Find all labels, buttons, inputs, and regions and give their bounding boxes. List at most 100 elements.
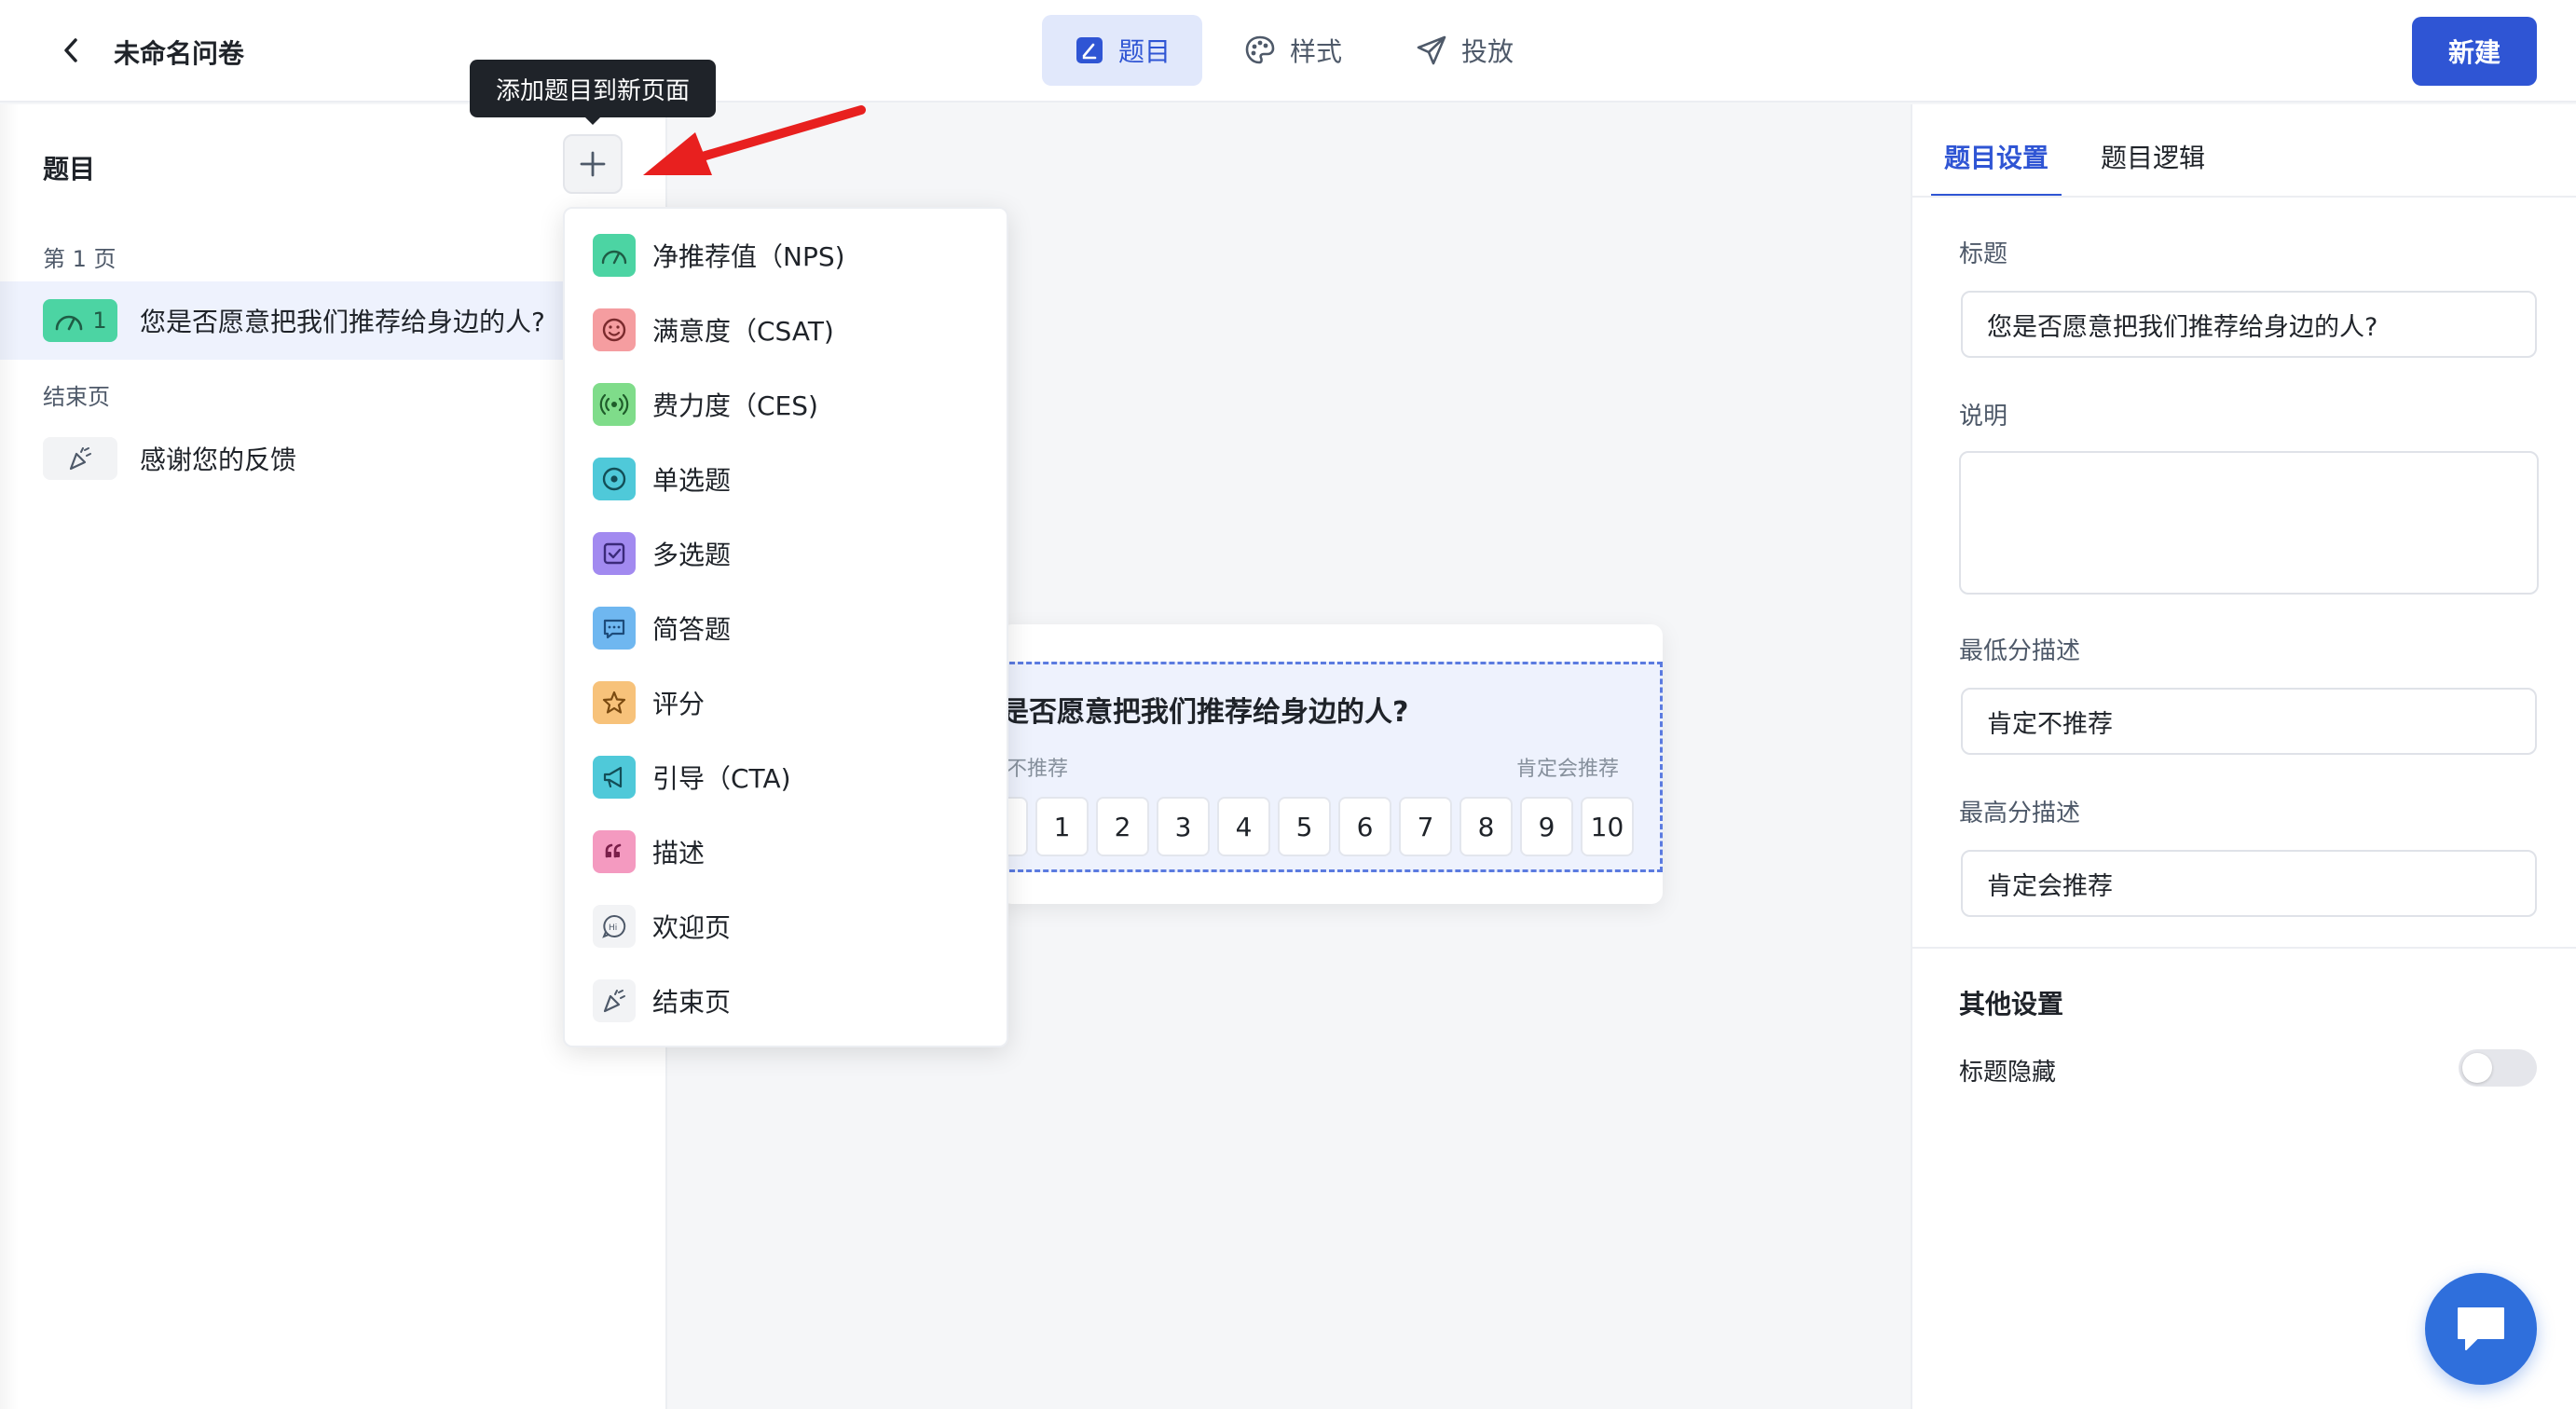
description-label: 说明 <box>1959 403 2008 431</box>
question-preview-selected[interactable]: 是否愿意把我们推荐给身边的人? 不推荐 肯定会推荐 1 2 3 4 5 6 7 … <box>1001 662 1663 872</box>
svg-text:Hi: Hi <box>609 923 617 933</box>
signal-icon <box>593 383 636 426</box>
left-edge-shadow <box>0 104 19 1409</box>
tooltip-arrow <box>585 117 600 125</box>
max-score-input[interactable] <box>1961 850 2537 917</box>
end-page-text: 感谢您的反馈 <box>140 445 297 475</box>
tab-distribute[interactable]: 投放 <box>1383 15 1545 86</box>
new-button[interactable]: 新建 <box>2412 17 2537 86</box>
menu-item-label: 描述 <box>652 838 706 869</box>
menu-item-cta[interactable]: 引导（CTA) <box>565 740 1007 814</box>
scale-option[interactable]: 9 <box>1520 797 1573 856</box>
title-input[interactable] <box>1961 291 2537 358</box>
question-number: 1 <box>92 308 107 334</box>
scale-option[interactable]: 8 <box>1459 797 1513 856</box>
settings-tabs: 题目设置 题目逻辑 <box>1931 138 2205 198</box>
scale-option[interactable]: 10 <box>1581 797 1634 856</box>
tab-distribute-label: 投放 <box>1461 36 1514 67</box>
toggle-knob <box>2462 1053 2492 1083</box>
quote-icon <box>593 830 636 873</box>
nps-scale: 1 2 3 4 5 6 7 8 9 10 <box>1001 797 1634 856</box>
top-bar: 未命名问卷 题目 样式 投放 新建 <box>0 0 2576 103</box>
question-type-menu: 净推荐值（NPS) 满意度（CSAT) 费力度（CES) 单选题 多选题 简答题 <box>563 207 1008 1047</box>
party-icon <box>593 979 636 1022</box>
menu-item-label: 多选题 <box>652 540 732 570</box>
scale-option[interactable]: 1 <box>1035 797 1089 856</box>
hi-icon: Hi <box>593 905 636 948</box>
gauge-icon <box>593 234 636 277</box>
checkbox-icon <box>593 532 636 575</box>
menu-item-description[interactable]: 描述 <box>565 814 1007 889</box>
chevron-left-icon <box>64 38 77 62</box>
menu-item-welcome[interactable]: Hi 欢迎页 <box>565 889 1007 964</box>
menu-item-rating[interactable]: 评分 <box>565 665 1007 740</box>
tab-question-logic[interactable]: 题目逻辑 <box>2101 138 2205 198</box>
star-icon <box>593 681 636 724</box>
smile-icon <box>593 308 636 351</box>
message-icon <box>593 607 636 650</box>
scale-option[interactable]: 5 <box>1278 797 1331 856</box>
end-section-label: 结束页 <box>43 384 110 410</box>
menu-item-single-choice[interactable]: 单选题 <box>565 442 1007 516</box>
scale-option[interactable]: 4 <box>1217 797 1270 856</box>
page-label: 第 1 页 <box>43 246 116 272</box>
menu-item-label: 单选题 <box>652 465 732 496</box>
radio-icon <box>593 458 636 500</box>
menu-item-end-page[interactable]: 结束页 <box>565 964 1007 1038</box>
main-tabs: 题目 样式 投放 <box>1042 15 1545 86</box>
menu-item-label: 结束页 <box>652 987 732 1018</box>
hide-title-label: 标题隐藏 <box>1959 1059 2057 1087</box>
hide-title-toggle[interactable] <box>2459 1049 2537 1087</box>
annotation-arrow-icon <box>643 105 866 175</box>
tabs-divider <box>1912 196 2576 198</box>
preview-title: 是否愿意把我们推荐给身边的人? <box>1001 696 1409 729</box>
megaphone-icon <box>593 756 636 799</box>
menu-item-label: 费力度（CES) <box>652 390 818 421</box>
tab-style[interactable]: 样式 <box>1212 15 1374 86</box>
menu-item-label: 净推荐值（NPS) <box>652 241 845 272</box>
menu-item-label: 满意度（CSAT) <box>652 316 834 347</box>
menu-item-multi-choice[interactable]: 多选题 <box>565 516 1007 591</box>
scale-option[interactable]: 7 <box>1399 797 1452 856</box>
party-icon <box>69 447 91 471</box>
menu-item-label: 评分 <box>652 689 706 719</box>
scale-option[interactable]: 2 <box>1096 797 1149 856</box>
tab-question-settings[interactable]: 题目设置 <box>1931 138 2062 198</box>
tab-questions-label: 题目 <box>1118 36 1172 67</box>
tab-questions[interactable]: 题目 <box>1042 15 1203 86</box>
palette-icon <box>1245 35 1275 64</box>
survey-title[interactable]: 未命名问卷 <box>114 34 244 71</box>
question-text: 您是否愿意把我们推荐给身边的人? <box>140 307 545 337</box>
question-badge: 1 <box>43 299 117 342</box>
back-button[interactable] <box>52 32 89 69</box>
title-label: 标题 <box>1959 240 2008 268</box>
min-score-label: 最低分描述 <box>1959 637 2081 665</box>
settings-panel: 题目设置 题目逻辑 标题 说明 最低分描述 最高分描述 其他设置 标题隐藏 <box>1911 104 2576 1409</box>
max-score-label: 最高分描述 <box>1959 800 2081 828</box>
description-textarea[interactable] <box>1959 451 2539 595</box>
end-page-badge <box>43 437 117 480</box>
menu-item-nps[interactable]: 净推荐值（NPS) <box>565 218 1007 293</box>
preview-low-label: 不推荐 <box>1007 758 1069 781</box>
scale-option[interactable]: 3 <box>1157 797 1210 856</box>
menu-item-csat[interactable]: 满意度（CSAT) <box>565 293 1007 367</box>
scale-option[interactable]: 6 <box>1338 797 1391 856</box>
send-icon <box>1417 35 1446 65</box>
add-question-button[interactable] <box>563 134 623 194</box>
question-preview-card[interactable]: 是否愿意把我们推荐给身边的人? 不推荐 肯定会推荐 1 2 3 4 5 6 7 … <box>1001 624 1663 904</box>
panel-title: 题目 <box>43 154 96 185</box>
tab-style-label: 样式 <box>1290 36 1343 67</box>
chat-support-button[interactable] <box>2425 1273 2537 1385</box>
menu-item-ces[interactable]: 费力度（CES) <box>565 367 1007 442</box>
min-score-input[interactable] <box>1961 688 2537 755</box>
settings-divider <box>1912 947 2576 949</box>
menu-item-label: 引导（CTA) <box>652 763 791 794</box>
menu-item-label: 欢迎页 <box>652 912 732 943</box>
plus-icon <box>580 151 606 177</box>
other-settings-title: 其他设置 <box>1959 989 2064 1019</box>
chat-bubble-icon <box>2458 1307 2504 1350</box>
gauge-icon <box>56 315 83 331</box>
menu-item-label: 简答题 <box>652 614 732 645</box>
menu-item-short-answer[interactable]: 简答题 <box>565 591 1007 665</box>
edit-note-icon <box>1076 37 1103 63</box>
